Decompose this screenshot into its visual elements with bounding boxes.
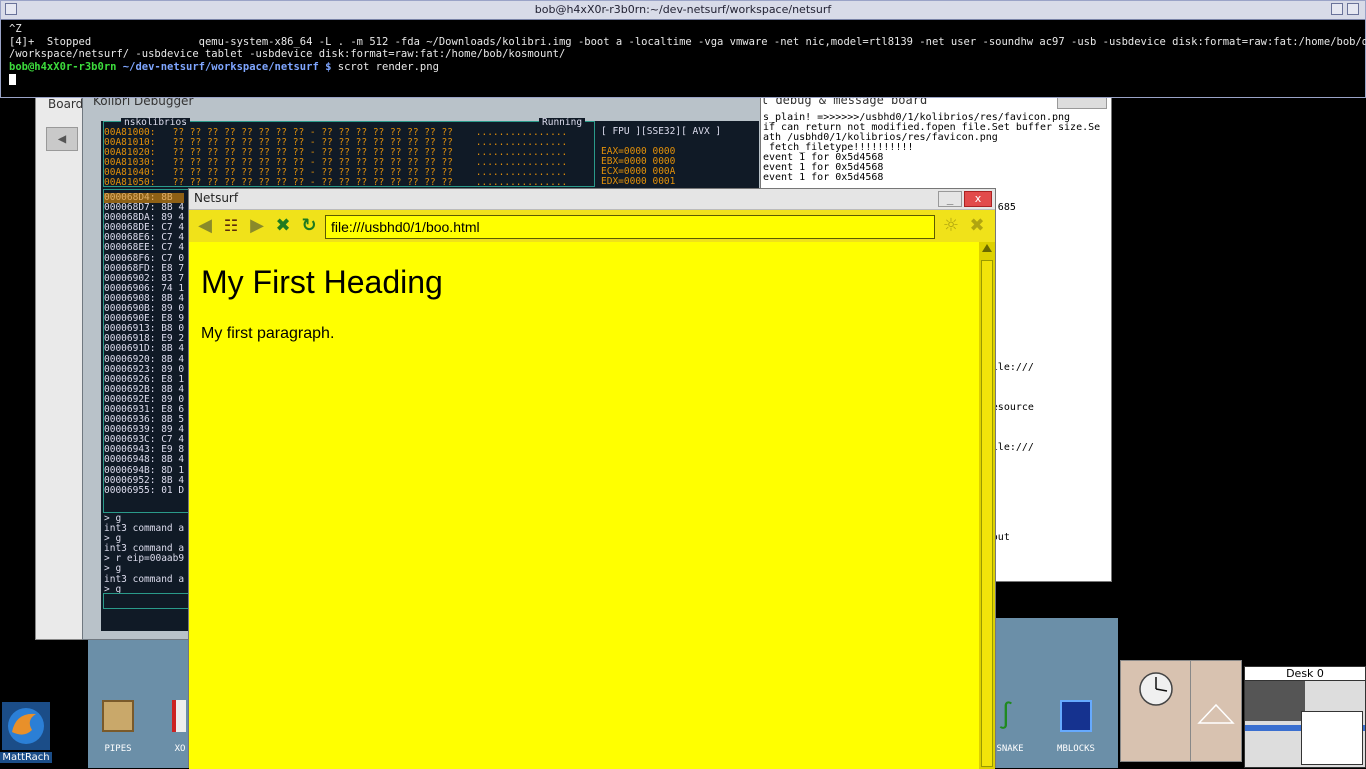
terminal-maximize-button[interactable] bbox=[1347, 3, 1359, 15]
desktop-icon-pipes[interactable]: PIPES bbox=[102, 700, 162, 754]
terminal-output[interactable]: ^Z [4]+ Stopped qemu-system-x86_64 -L . -… bbox=[9, 23, 1366, 86]
pipes-icon bbox=[102, 700, 134, 732]
terminal-menu-button[interactable] bbox=[5, 3, 17, 15]
register-row: EDX=0000 0001 bbox=[601, 176, 676, 188]
page-heading: My First Heading bbox=[201, 264, 443, 300]
debug-command-input[interactable] bbox=[103, 593, 195, 609]
terminal-line: ^Z bbox=[9, 23, 22, 35]
prompt-path: ~/dev-netsurf/workspace/netsurf $ bbox=[122, 60, 332, 73]
browser-tab-label[interactable]: Board bbox=[48, 97, 83, 111]
netsurf-toolbar: ◀ ☷ ▶ ✖ ↻ file:///usbhd0/1/boo.html ☼ ✖ bbox=[189, 210, 995, 242]
pager-up-arrow[interactable] bbox=[1190, 660, 1242, 762]
memory-dump: 00A81000: ?? ?? ?? ?? ?? ?? ?? ?? - ?? ?… bbox=[104, 127, 567, 189]
back-icon[interactable]: ◀ bbox=[193, 214, 217, 238]
disassembly-row: 0000691D: 8B 4 bbox=[104, 343, 185, 355]
register-list: EAX=0000 0000 EBX=0000 0000 ECX=0000 000A E… bbox=[601, 146, 676, 188]
disassembly-list: 000068D4: 8B000068D7: 8B 4000068DA: 89 4… bbox=[104, 192, 185, 496]
terminal-title: bob@h4xX0r-r3b0rn:~/dev-netsurf/workspac… bbox=[534, 3, 832, 16]
scroll-up-icon[interactable] bbox=[982, 244, 992, 252]
vertical-scrollbar[interactable] bbox=[979, 242, 995, 769]
page-paragraph: My first paragraph. bbox=[201, 325, 335, 342]
terminal-titlebar[interactable]: bob@h4xX0r-r3b0rn:~/dev-netsurf/workspac… bbox=[1, 1, 1365, 20]
page-content: My First Heading My first paragraph. bbox=[189, 242, 979, 769]
register-tabs[interactable]: [ FPU ][SSE32][ AVX ] bbox=[601, 126, 721, 137]
desk-preview[interactable] bbox=[1244, 680, 1366, 768]
firefox-icon[interactable] bbox=[2, 702, 50, 750]
clock-widget bbox=[1120, 660, 1192, 762]
close-button[interactable]: x bbox=[964, 191, 992, 207]
xo-icon bbox=[172, 700, 186, 732]
board-log-line: event 1 for 0x5d4568 bbox=[763, 172, 884, 183]
terminal-prompt-line: bob@h4xX0r-r3b0rn ~/dev-netsurf/workspac… bbox=[9, 61, 1359, 74]
desktop-icon-snake[interactable]: ∫ SNAKE bbox=[996, 700, 1058, 754]
clock-icon bbox=[1139, 672, 1173, 706]
disassembly-row: 00006955: 01 D bbox=[104, 484, 185, 496]
terminal-command: scrot render.png bbox=[337, 60, 439, 73]
netsurf-titlebar[interactable]: Netsurf _ x bbox=[189, 189, 995, 210]
pipes-label: PIPES bbox=[104, 744, 132, 754]
desktop-pager: Desk 0 bbox=[1118, 658, 1366, 768]
firefox-label[interactable]: MattRach bbox=[0, 752, 52, 763]
scroll-thumb[interactable] bbox=[981, 260, 993, 767]
terminal-minimize-button[interactable] bbox=[1331, 3, 1343, 15]
desktop-icon-mblocks[interactable]: MBLOCKS bbox=[1057, 700, 1120, 754]
forward-icon[interactable]: ▶ bbox=[245, 214, 269, 238]
reload-icon[interactable]: ↻ bbox=[297, 214, 321, 238]
minimize-button[interactable]: _ bbox=[938, 191, 962, 207]
debug-console-output: > g int3 command a > g int3 command a > r ei… bbox=[104, 513, 184, 595]
snake-icon: ∫ bbox=[998, 701, 1014, 731]
history-icon[interactable]: ☷ bbox=[219, 214, 243, 238]
terminal-window: bob@h4xX0r-r3b0rn:~/dev-netsurf/workspac… bbox=[0, 0, 1366, 98]
current-instruction-highlight bbox=[104, 193, 184, 203]
disabled-stop-icon: ✖ bbox=[969, 215, 985, 236]
stop-icon[interactable]: ✖ bbox=[271, 214, 295, 238]
mblocks-label: MBLOCKS bbox=[1057, 744, 1095, 754]
prompt-user: bob@h4xX0r-r3b0rn bbox=[9, 60, 117, 73]
netsurf-window: Netsurf _ x ◀ ☷ ▶ ✖ ↻ file:///usbhd0/1/b… bbox=[188, 188, 996, 769]
triangle-up-icon bbox=[1197, 703, 1235, 724]
terminal-line: /workspace/netsurf/ -usbdevice tablet -u… bbox=[9, 48, 566, 60]
url-input[interactable]: file:///usbhd0/1/boo.html bbox=[325, 215, 935, 239]
terminal-line: [4]+ Stopped qemu-system-x86_64 -L . -m … bbox=[9, 35, 1366, 48]
netsurf-title: Netsurf bbox=[194, 191, 239, 205]
back-arrow-icon[interactable]: ◀ bbox=[46, 127, 78, 151]
mblocks-icon bbox=[1060, 700, 1092, 732]
throbber-icon: ☼ bbox=[942, 215, 960, 236]
terminal-cursor bbox=[9, 73, 16, 85]
